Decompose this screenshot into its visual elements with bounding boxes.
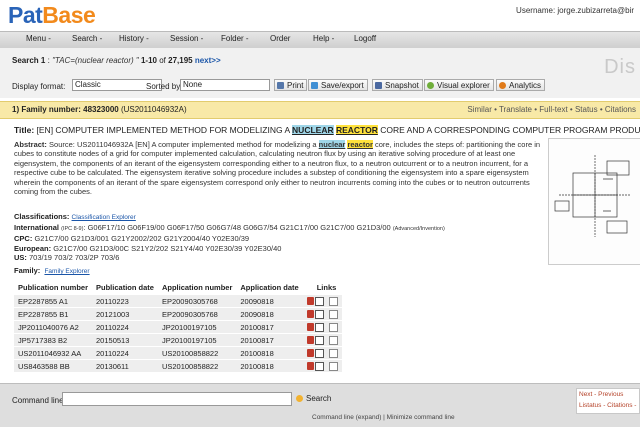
classification-explorer-link[interactable]: Classification Explorer bbox=[72, 214, 136, 221]
select-checkbox[interactable] bbox=[328, 296, 338, 306]
highlight-nuclear: NUCLEAR bbox=[292, 125, 334, 135]
family-action-links[interactable]: Similar • Translate • Full-text • Status… bbox=[467, 105, 636, 114]
family-publication: (US2011046932A) bbox=[120, 105, 187, 114]
display-format-label: Display format: bbox=[12, 82, 66, 91]
save-export-button[interactable]: Save/export bbox=[308, 79, 368, 91]
sorted-by-label: Sorted by: bbox=[146, 82, 183, 91]
menu-item-history[interactable]: History - bbox=[119, 34, 149, 43]
record-navigation: Next - Previous Listatus - Citations - bbox=[576, 388, 640, 414]
printer-icon bbox=[277, 82, 284, 89]
family-section-label: Family: Family Explorer bbox=[14, 266, 90, 275]
classifications-block: Classifications: Classification Explorer… bbox=[14, 212, 445, 263]
menu-item-help[interactable]: Help - bbox=[313, 34, 334, 43]
cpc-classes[interactable]: G21C7/00 G21D3/001 G21Y2002/202 G21Y2004… bbox=[34, 234, 249, 243]
table-header-row: Publication number Publication date Appl… bbox=[14, 281, 342, 295]
patbase-logo[interactable]: PatBase bbox=[8, 2, 96, 29]
search-total: 27,195 bbox=[168, 56, 193, 65]
international-classes[interactable]: G06F17/10 G06F19/00 G06F17/50 G06G7/48 G… bbox=[88, 223, 391, 232]
pdf-icon[interactable] bbox=[306, 297, 314, 306]
command-line-label: Command line: bbox=[12, 396, 66, 405]
column-header: Links bbox=[302, 281, 342, 295]
column-header: Application date bbox=[236, 281, 303, 295]
publication-number[interactable]: JP2011040076 A2 bbox=[14, 320, 93, 334]
drawing-figure bbox=[554, 155, 631, 237]
snapshot-icon bbox=[375, 82, 382, 89]
search-icon bbox=[296, 395, 303, 403]
external-link-icon[interactable] bbox=[314, 309, 324, 319]
command-line-input[interactable] bbox=[62, 392, 292, 406]
analytics-button[interactable]: Analytics bbox=[496, 79, 546, 91]
menu-item-order[interactable]: Order bbox=[270, 34, 290, 43]
table-row: EP2287855 A1 20110223 EP20090305768 2009… bbox=[14, 294, 342, 308]
table-row: US2011046932 AA 20110224 US20100858822 2… bbox=[14, 346, 342, 360]
publication-number[interactable]: US8463588 BB bbox=[14, 359, 93, 372]
menu-item-logoff[interactable]: Logoff bbox=[354, 34, 376, 43]
publication-number[interactable]: US2011046932 AA bbox=[14, 346, 93, 360]
column-header: Publication number bbox=[14, 281, 93, 295]
command-search-button[interactable]: Search bbox=[296, 392, 331, 406]
pdf-icon[interactable] bbox=[306, 323, 314, 332]
menu-item-menu[interactable]: Menu - bbox=[26, 34, 51, 43]
european-classes[interactable]: G21C7/00 G21D3/00C S21Y2/202 S21Y4/40 Y0… bbox=[53, 244, 281, 253]
visual-explorer-button[interactable]: Visual explorer bbox=[424, 79, 494, 91]
search-label: Search 1 bbox=[12, 56, 46, 65]
external-link-icon[interactable] bbox=[314, 335, 324, 345]
external-link-icon[interactable] bbox=[314, 322, 324, 332]
select-checkbox[interactable] bbox=[328, 335, 338, 345]
highlight-reactor: reactor bbox=[347, 140, 373, 149]
display-heading: Dis bbox=[604, 56, 636, 78]
us-classes[interactable]: 703/19 703/2 703/2P 703/6 bbox=[29, 253, 119, 262]
menu-item-search[interactable]: Search - bbox=[72, 34, 102, 43]
visual-explorer-icon bbox=[427, 82, 434, 89]
family-table: Publication number Publication date Appl… bbox=[14, 281, 342, 372]
menu-item-folder[interactable]: Folder - bbox=[221, 34, 249, 43]
pdf-icon[interactable] bbox=[306, 310, 314, 319]
sorted-by-select[interactable]: None bbox=[180, 79, 270, 91]
pdf-icon[interactable] bbox=[306, 336, 314, 345]
search-query: "TAC=(nuclear reactor) " bbox=[52, 56, 139, 65]
search-range: 1-10 bbox=[140, 56, 157, 65]
highlight-reactor: REACTOR bbox=[335, 125, 378, 135]
main-menu-bar: Menu - Search - History - Session - Fold… bbox=[0, 31, 640, 49]
publication-number[interactable]: EP2287855 B1 bbox=[14, 307, 93, 321]
table-row: EP2287855 B1 20121003 EP20090305768 2009… bbox=[14, 307, 342, 321]
select-checkbox[interactable] bbox=[328, 348, 338, 358]
username-label: Username: jorge.zubizarreta@bir bbox=[516, 6, 634, 15]
family-explorer-link[interactable]: Family Explorer bbox=[44, 268, 89, 275]
search-summary: Search 1 : "TAC=(nuclear reactor) " 1-10… bbox=[12, 56, 221, 65]
select-checkbox[interactable] bbox=[328, 309, 338, 319]
pdf-icon[interactable] bbox=[306, 362, 314, 371]
external-link-icon[interactable] bbox=[314, 296, 324, 306]
command-line-options[interactable]: Command line (expand) | Minimize command… bbox=[312, 414, 455, 421]
publication-number[interactable]: EP2287855 A1 bbox=[14, 294, 93, 308]
patent-drawing-thumbnail[interactable] bbox=[548, 138, 640, 265]
search-of: of bbox=[159, 56, 166, 65]
analytics-icon bbox=[499, 82, 506, 89]
next-results-link[interactable]: next>> bbox=[195, 56, 221, 65]
status-citations-links[interactable]: Listatus - Citations - bbox=[579, 400, 639, 411]
table-row: JP5717383 B2 20150513 JP20100197105 2010… bbox=[14, 333, 342, 347]
print-button[interactable]: Print bbox=[274, 79, 308, 91]
column-header: Application number bbox=[157, 281, 237, 295]
logo-text-base: Base bbox=[42, 2, 96, 28]
patent-abstract: Abstract: Source: US2011046932A [EN] A c… bbox=[14, 140, 541, 197]
select-checkbox[interactable] bbox=[328, 322, 338, 332]
logo-text-pat: Pat bbox=[8, 2, 43, 28]
column-header: Publication date bbox=[92, 281, 158, 295]
table-row: US8463588 BB 20130611 US20100858822 2010… bbox=[14, 359, 342, 372]
save-icon bbox=[311, 82, 318, 89]
highlight-nuclear: nuclear bbox=[318, 140, 346, 149]
publication-number[interactable]: JP5717383 B2 bbox=[14, 333, 93, 347]
external-link-icon[interactable] bbox=[314, 361, 324, 371]
menu-item-session[interactable]: Session - bbox=[170, 34, 203, 43]
table-row: JP2011040076 A2 20110224 JP20100197105 2… bbox=[14, 320, 342, 334]
family-number: 1) Family number: 48323000 (US2011046932… bbox=[12, 105, 187, 114]
patent-title: Title: [EN] COMPUTER IMPLEMENTED METHOD … bbox=[14, 125, 640, 135]
pdf-icon[interactable] bbox=[306, 349, 314, 358]
external-link-icon[interactable] bbox=[314, 348, 324, 358]
select-checkbox[interactable] bbox=[328, 361, 338, 371]
snapshot-button[interactable]: Snapshot bbox=[372, 79, 423, 91]
next-previous-links[interactable]: Next - Previous bbox=[579, 389, 639, 400]
